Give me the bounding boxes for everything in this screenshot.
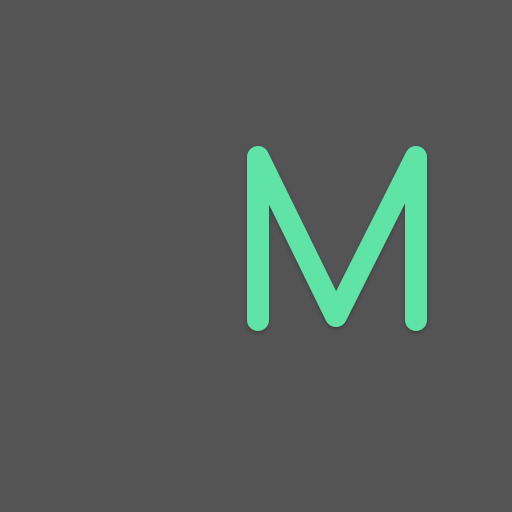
tm-letter-m bbox=[247, 146, 427, 331]
app-logo-tile: TM bbox=[0, 0, 512, 512]
tm-letter-t bbox=[59, 146, 215, 331]
tm-monogram-icon bbox=[59, 146, 427, 331]
